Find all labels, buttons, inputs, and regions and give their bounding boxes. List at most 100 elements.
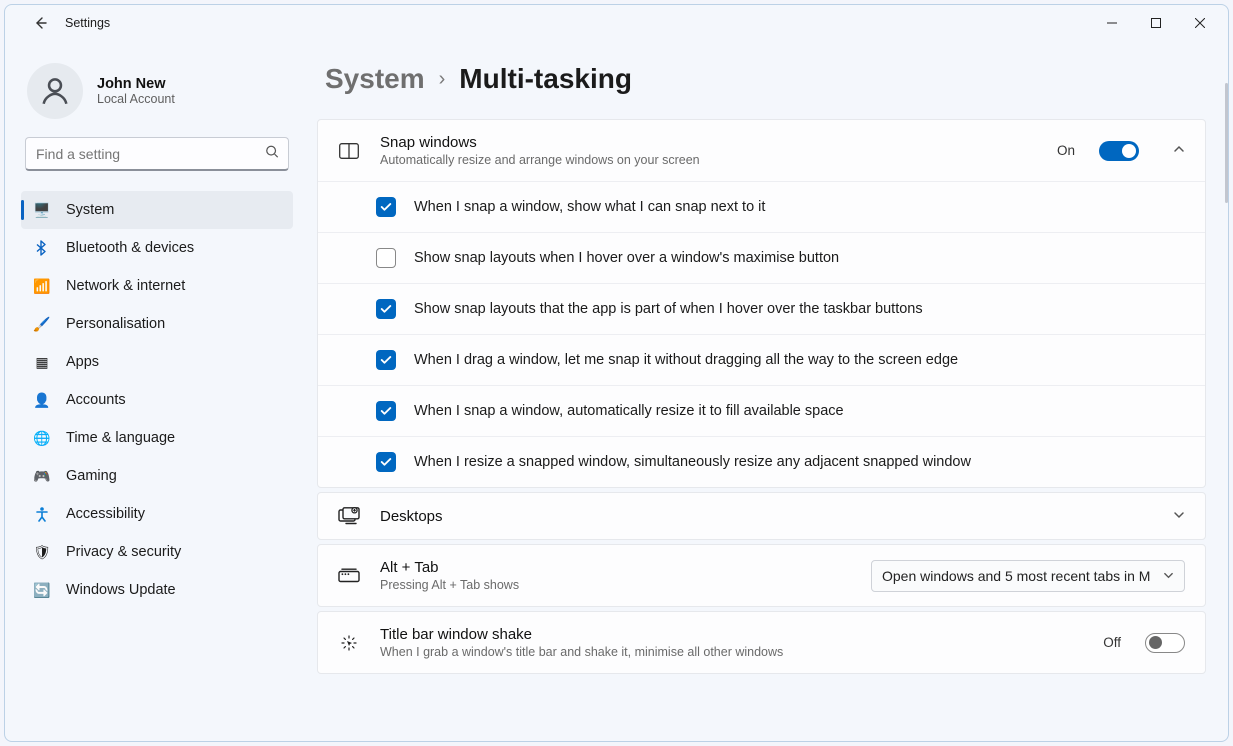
alt-tab-dropdown[interactable]: Open windows and 5 most recent tabs in M bbox=[871, 560, 1185, 592]
sidebar-item-windows-update[interactable]: 🔄 Windows Update bbox=[21, 571, 293, 609]
sidebar-item-time-language[interactable]: 🌐 Time & language bbox=[21, 419, 293, 457]
nav-icon: ▦ bbox=[33, 353, 51, 371]
close-button[interactable] bbox=[1178, 9, 1222, 37]
back-button[interactable] bbox=[23, 6, 57, 40]
sidebar-item-apps[interactable]: ▦Apps bbox=[21, 343, 293, 381]
snap-option-label: When I drag a window, let me snap it wit… bbox=[414, 352, 958, 368]
desktops-card: Desktops bbox=[317, 492, 1206, 540]
chevron-up-icon bbox=[1173, 143, 1185, 158]
shake-toggle[interactable] bbox=[1145, 633, 1185, 653]
sidebar-item-label: Personalisation bbox=[66, 316, 165, 332]
search-field-wrap bbox=[25, 137, 289, 171]
nav-icon: 🖌️ bbox=[33, 315, 51, 333]
minimize-button[interactable] bbox=[1090, 9, 1134, 37]
shake-cursor-icon bbox=[338, 633, 360, 653]
chevron-right-icon: › bbox=[439, 68, 446, 91]
snap-windows-header[interactable]: Snap windows Automatically resize and ar… bbox=[318, 120, 1205, 181]
sidebar-item-system[interactable]: 🖥️ System bbox=[21, 191, 293, 229]
nav-icon: 🎮 bbox=[33, 467, 51, 485]
sidebar-item-network-internet[interactable]: 📶 Network & internet bbox=[21, 267, 293, 305]
snap-toggle-label: On bbox=[1057, 143, 1075, 158]
snap-option-label: When I resize a snapped window, simultan… bbox=[414, 454, 971, 470]
nav-icon: 🔄 bbox=[33, 581, 51, 599]
alt-tab-card: Alt + Tab Pressing Alt + Tab shows Open … bbox=[317, 544, 1206, 607]
snap-option-checkbox[interactable] bbox=[376, 350, 396, 370]
maximize-button[interactable] bbox=[1134, 9, 1178, 37]
title-bar-shake-card: Title bar window shake When I grab a win… bbox=[317, 611, 1206, 674]
snap-option-row: When I drag a window, let me snap it wit… bbox=[318, 334, 1205, 385]
snap-option-row: Show snap layouts when I hover over a wi… bbox=[318, 232, 1205, 283]
snap-option-label: When I snap a window, show what I can sn… bbox=[414, 199, 765, 215]
main-content: System › Multi-tasking Snap windows Auto… bbox=[309, 41, 1228, 741]
scrollbar-thumb[interactable] bbox=[1225, 83, 1228, 203]
settings-window: Settings John New Local Account bbox=[4, 4, 1229, 742]
sidebar-item-bluetooth-devices[interactable]: Bluetooth & devices bbox=[21, 229, 293, 267]
sidebar-item-accessibility[interactable]: Accessibility bbox=[21, 495, 293, 533]
sidebar-item-accounts[interactable]: 👤 Accounts bbox=[21, 381, 293, 419]
titlebar: Settings bbox=[5, 5, 1228, 41]
user-account-type: Local Account bbox=[97, 92, 175, 106]
snap-title: Snap windows bbox=[380, 134, 1037, 151]
shake-toggle-label: Off bbox=[1103, 635, 1121, 650]
snap-subtitle: Automatically resize and arrange windows… bbox=[380, 153, 1037, 167]
snap-option-checkbox[interactable] bbox=[376, 452, 396, 472]
user-block[interactable]: John New Local Account bbox=[21, 55, 293, 137]
snap-option-label: When I snap a window, automatically resi… bbox=[414, 403, 844, 419]
snap-options-list: When I snap a window, show what I can sn… bbox=[318, 181, 1205, 487]
sidebar-item-label: Time & language bbox=[66, 430, 175, 446]
nav-icon: 📶 bbox=[33, 277, 51, 295]
snap-option-row: When I snap a window, automatically resi… bbox=[318, 385, 1205, 436]
sidebar-item-personalisation[interactable]: 🖌️ Personalisation bbox=[21, 305, 293, 343]
alt-tab-subtitle: Pressing Alt + Tab shows bbox=[380, 578, 851, 592]
snap-option-label: Show snap layouts that the app is part o… bbox=[414, 301, 923, 317]
page-title: Multi-tasking bbox=[459, 63, 632, 95]
sidebar-item-label: Windows Update bbox=[66, 582, 176, 598]
sidebar: John New Local Account 🖥️ System Bluetooth… bbox=[5, 41, 309, 741]
snap-option-checkbox[interactable] bbox=[376, 401, 396, 421]
title-bar-shake-header: Title bar window shake When I grab a win… bbox=[318, 612, 1205, 673]
snap-option-row: When I resize a snapped window, simultan… bbox=[318, 436, 1205, 487]
search-icon bbox=[265, 145, 279, 164]
sidebar-item-label: Privacy & security bbox=[66, 544, 181, 560]
avatar bbox=[27, 63, 83, 119]
nav-icon: 🌐 bbox=[33, 429, 51, 447]
sidebar-item-label: Network & internet bbox=[66, 278, 185, 294]
snap-option-checkbox[interactable] bbox=[376, 197, 396, 217]
close-icon bbox=[1195, 18, 1205, 28]
nav-icon bbox=[33, 505, 51, 523]
desktops-icon bbox=[338, 507, 360, 525]
sidebar-item-gaming[interactable]: 🎮 Gaming bbox=[21, 457, 293, 495]
snap-layout-icon bbox=[338, 143, 360, 159]
avatar-icon bbox=[38, 74, 72, 108]
back-arrow-icon bbox=[32, 15, 48, 31]
app-title: Settings bbox=[65, 16, 110, 30]
sidebar-item-label: Accessibility bbox=[66, 506, 145, 522]
alt-tab-title: Alt + Tab bbox=[380, 559, 851, 576]
maximize-icon bbox=[1151, 18, 1161, 28]
minimize-icon bbox=[1107, 18, 1117, 28]
sidebar-item-label: System bbox=[66, 202, 114, 218]
breadcrumb: System › Multi-tasking bbox=[317, 63, 1206, 95]
search-input[interactable] bbox=[25, 137, 289, 171]
user-name: John New bbox=[97, 76, 175, 92]
snap-option-checkbox[interactable] bbox=[376, 248, 396, 268]
snap-option-label: Show snap layouts when I hover over a wi… bbox=[414, 250, 839, 266]
snap-option-row: When I snap a window, show what I can sn… bbox=[318, 181, 1205, 232]
snap-option-checkbox[interactable] bbox=[376, 299, 396, 319]
breadcrumb-parent[interactable]: System bbox=[325, 63, 425, 95]
alt-tab-header: Alt + Tab Pressing Alt + Tab shows Open … bbox=[318, 545, 1205, 606]
sidebar-item-privacy-security[interactable]: 🛡 Privacy & security bbox=[21, 533, 293, 571]
nav-icon bbox=[33, 239, 51, 257]
shake-title: Title bar window shake bbox=[380, 626, 1083, 643]
desktops-header[interactable]: Desktops bbox=[318, 493, 1205, 539]
nav-icon: 👤 bbox=[33, 391, 51, 409]
chevron-down-icon bbox=[1163, 570, 1174, 581]
sidebar-item-label: Gaming bbox=[66, 468, 117, 484]
nav-icon: 🛡 bbox=[33, 543, 51, 561]
nav-list: 🖥️ System Bluetooth & devices 📶 Network & in… bbox=[21, 191, 293, 609]
snap-option-row: Show snap layouts that the app is part o… bbox=[318, 283, 1205, 334]
snap-toggle[interactable] bbox=[1099, 141, 1139, 161]
sidebar-item-label: Accounts bbox=[66, 392, 126, 408]
nav-icon: 🖥️ bbox=[33, 201, 51, 219]
sidebar-item-label: Bluetooth & devices bbox=[66, 240, 194, 256]
